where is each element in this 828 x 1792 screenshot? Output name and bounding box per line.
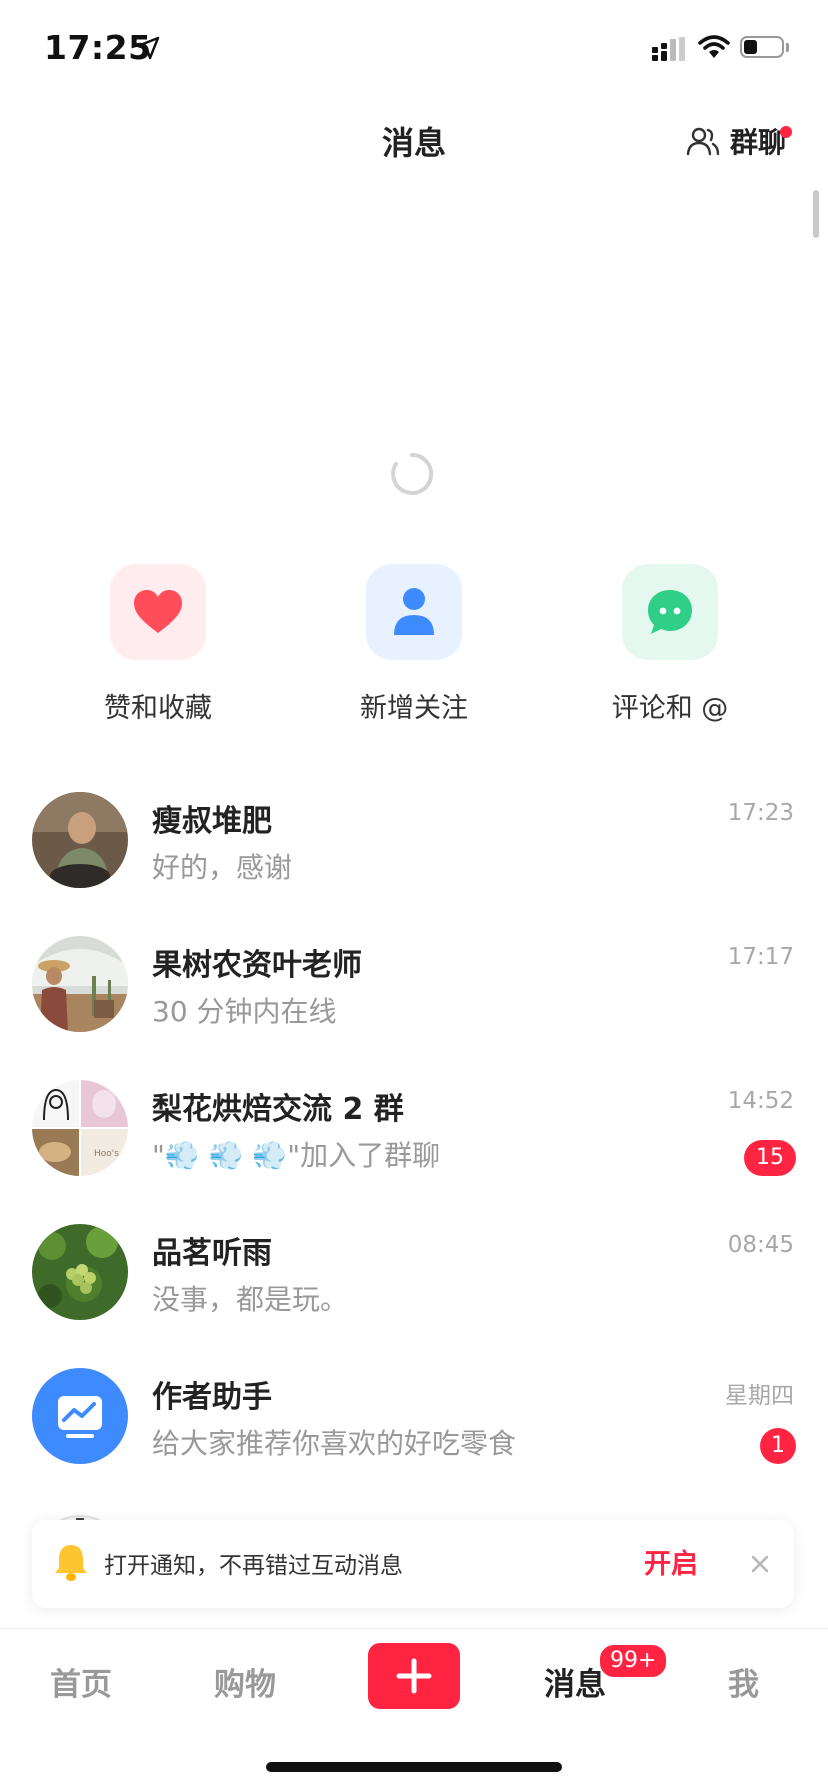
notification-prompt-text: 打开通知，不再错过互动消息 <box>104 1553 403 1579</box>
conversation-name: 瘦叔堆肥 <box>152 804 272 839</box>
avatar <box>32 1368 128 1464</box>
status-bar: 17:25 <box>0 0 828 96</box>
tab-me[interactable]: 我 <box>728 1659 759 1704</box>
battery-icon <box>740 36 790 60</box>
unread-count-badge: 15 <box>744 1140 796 1176</box>
conversation-name: 果树农资叶老师 <box>152 948 362 983</box>
chat-bubble-icon <box>648 590 692 634</box>
conversation-item[interactable]: 瘦叔堆肥 好的，感谢 17:23 <box>0 782 828 926</box>
comments-and-mentions-button[interactable]: 评论和 @ <box>570 564 770 725</box>
scrollbar[interactable] <box>813 190 819 238</box>
close-icon[interactable] <box>744 1548 776 1580</box>
conversation-name: 梨花烘焙交流 2 群 <box>152 1092 404 1127</box>
bottom-tab-bar: 首页 购物 消息 99+ 我 <box>0 1628 828 1723</box>
conversation-time: 08:45 <box>727 1232 794 1258</box>
conversation-name: 品茗听雨 <box>152 1236 272 1271</box>
tab-home[interactable]: 首页 <box>50 1659 112 1704</box>
likes-tile <box>110 564 206 660</box>
messages-unread-badge: 99+ <box>598 1643 669 1679</box>
enable-notifications-button[interactable]: 开启 <box>644 1542 698 1581</box>
conversation-time: 17:23 <box>727 800 794 826</box>
conversation-time: 14:52 <box>727 1088 794 1114</box>
comments-tile <box>622 564 718 660</box>
conversation-item[interactable]: 品茗听雨 没事，都是玩。 08:45 <box>0 1214 828 1358</box>
conversation-item[interactable]: Hoo's 梨花烘焙交流 2 群 "💨 💨 💨"加入了群聊 14:52 15 <box>0 1070 828 1214</box>
home-indicator <box>266 1762 562 1772</box>
cellular-signal-icon <box>652 37 685 61</box>
new-followers-button[interactable]: 新增关注 <box>314 564 514 725</box>
group-chat-label: 群聊 <box>730 126 787 159</box>
group-people-icon <box>686 127 720 156</box>
group-chat-unread-dot <box>780 126 792 138</box>
avatar <box>32 792 128 888</box>
conversation-time: 17:17 <box>727 944 794 970</box>
group-chat-button[interactable]: 群聊 <box>686 118 786 164</box>
loading-spinner-icon <box>391 452 434 495</box>
likes-and-collects-label: 赞和收藏 <box>104 693 212 724</box>
conversation-preview: 没事，都是玩。 <box>152 1283 349 1316</box>
tab-messages[interactable]: 消息 <box>544 1659 606 1704</box>
conversation-preview: 给大家推荐你喜欢的好吃零食 <box>152 1427 517 1460</box>
conversation-preview: 30 分钟内在线 <box>152 995 337 1028</box>
conversation-item[interactable]: 果树农资叶老师 30 分钟内在线 17:17 <box>0 926 828 1070</box>
likes-and-collects-button[interactable]: 赞和收藏 <box>58 564 258 725</box>
avatar <box>32 1224 128 1320</box>
conversation-time: 星期四 <box>725 1383 794 1409</box>
conversation-preview: 好的，感谢 <box>152 851 293 884</box>
tab-shop[interactable]: 购物 <box>214 1659 276 1704</box>
notification-prompt-banner: 打开通知，不再错过互动消息 开启 <box>32 1520 794 1608</box>
heart-icon <box>134 590 182 633</box>
chart-board-icon <box>58 1396 102 1438</box>
avatar <box>32 936 128 1032</box>
wifi-icon <box>698 35 730 58</box>
person-icon <box>394 588 434 635</box>
unread-count-badge: 1 <box>760 1428 796 1464</box>
conversation-preview: "💨 💨 💨"加入了群聊 <box>152 1139 441 1172</box>
followers-tile <box>366 564 462 660</box>
location-arrow-icon <box>136 36 160 60</box>
conversation-list: 瘦叔堆肥 好的，感谢 17:23 果树农资叶老师 30 分钟内在线 17:17 <box>0 782 828 1502</box>
publish-button[interactable] <box>368 1643 460 1709</box>
plus-icon <box>396 1658 432 1694</box>
new-followers-label: 新增关注 <box>360 693 468 724</box>
group-avatar: Hoo's <box>32 1080 128 1176</box>
svg-text:Hoo's: Hoo's <box>94 1149 119 1159</box>
comments-and-mentions-label: 评论和 @ <box>611 693 729 724</box>
conversation-item[interactable]: 作者助手 给大家推荐你喜欢的好吃零食 星期四 1 <box>0 1358 828 1502</box>
bell-icon <box>55 1545 87 1581</box>
conversation-name: 作者助手 <box>152 1380 272 1415</box>
